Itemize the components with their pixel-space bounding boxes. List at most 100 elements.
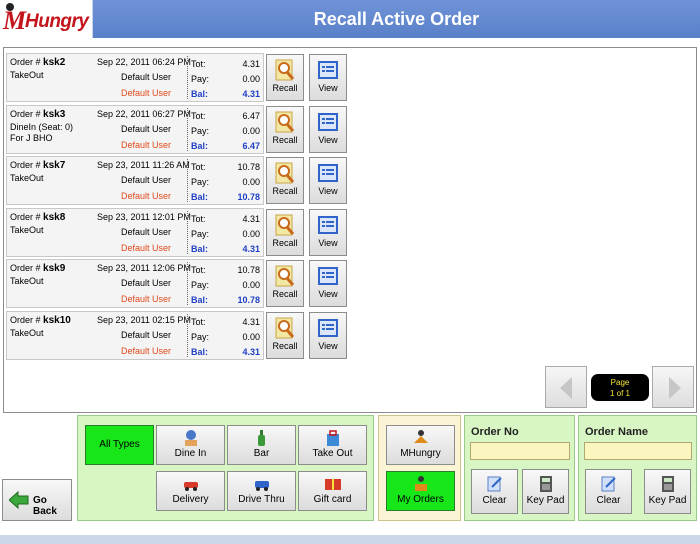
view-label: View xyxy=(318,340,338,351)
dine-in-icon xyxy=(184,430,197,446)
tot-label: Tot: xyxy=(191,162,206,172)
bal-label: Bal: xyxy=(191,192,209,202)
dine-in-label: Dine In xyxy=(174,448,207,459)
page-title: Recall Active Order xyxy=(313,9,480,29)
order-user: Default User xyxy=(120,329,171,340)
order-type-text: TakeOut xyxy=(10,276,44,286)
recall-label: Recall xyxy=(272,83,298,93)
view-button[interactable]: View xyxy=(309,105,347,153)
order-user-secondary: Default User xyxy=(120,191,171,201)
order-type-text: DineIn (Seat: 0) xyxy=(10,121,74,132)
order-number-prefix: Order # xyxy=(10,57,41,67)
delivery-button[interactable]: Delivery xyxy=(156,471,225,511)
my-orders-button[interactable]: My Orders xyxy=(386,471,455,511)
recall-button[interactable]: Recall xyxy=(266,208,304,256)
magnifier-icon xyxy=(275,214,295,235)
dine-in-button[interactable]: Dine In xyxy=(156,425,225,465)
view-label: View xyxy=(318,237,338,248)
bal-value: 4.31 xyxy=(242,243,260,254)
order-name-clear-button[interactable]: Clear xyxy=(585,469,632,514)
arrow-right-icon xyxy=(669,377,681,399)
go-back-label: Go Back xyxy=(33,495,57,517)
order-user: Default User xyxy=(120,175,171,185)
bar-label: Bar xyxy=(253,448,270,459)
order-no-keypad-button[interactable]: Key Pad xyxy=(522,469,569,514)
logo-figure-icon xyxy=(6,3,14,11)
page-label: Page xyxy=(610,378,630,387)
order-number: Order # ksk7 xyxy=(10,160,65,171)
page-prev-button[interactable] xyxy=(545,366,587,408)
mhungry-logo: M Hungry xyxy=(0,0,93,38)
list-view-icon xyxy=(318,61,338,79)
view-button[interactable]: View xyxy=(309,54,347,101)
order-number-prefix: Order # xyxy=(10,314,41,325)
order-user: Default User xyxy=(120,72,171,82)
order-number-prefix: Order # xyxy=(10,160,41,170)
order-no-input[interactable] xyxy=(470,442,570,460)
all-types-label: All Types xyxy=(99,439,140,450)
magnifier-icon xyxy=(275,317,295,338)
recall-button[interactable]: Recall xyxy=(266,54,304,101)
order-type: DineIn (Seat: 0) For J BHO xyxy=(10,122,73,144)
page-next-button[interactable] xyxy=(652,366,694,408)
pay-label: Pay: xyxy=(191,228,210,239)
order-mode-panel: MHungry My Orders xyxy=(378,415,461,521)
gift-card-button[interactable]: Gift card xyxy=(298,471,367,511)
order-number-prefix: Order # xyxy=(10,108,41,119)
order-user-secondary: Default User xyxy=(120,294,171,304)
order-no-clear-button[interactable]: Clear xyxy=(471,469,518,514)
pay-value: 0.00 xyxy=(242,177,260,187)
bal-label: Bal: xyxy=(191,243,209,254)
view-button[interactable]: View xyxy=(309,311,347,359)
view-label: View xyxy=(318,83,338,93)
drive-thru-button[interactable]: Drive Thru xyxy=(227,471,296,511)
view-button[interactable]: View xyxy=(309,157,347,204)
order-number: Order # ksk2 xyxy=(10,57,65,68)
clear-icon xyxy=(487,476,502,492)
order-type: TakeOut xyxy=(10,173,44,184)
order-type: TakeOut xyxy=(10,225,44,236)
view-button[interactable]: View xyxy=(309,208,347,256)
gift-card-icon xyxy=(324,479,341,490)
my-orders-icon xyxy=(414,476,427,491)
all-types-button[interactable]: All Types xyxy=(85,425,154,465)
order-user-secondary: Default User xyxy=(120,88,171,98)
order-number: Order # ksk8 xyxy=(10,212,65,223)
take-out-button[interactable]: Take Out xyxy=(298,425,367,465)
recall-button[interactable]: Recall xyxy=(266,260,304,307)
takeout-bag-icon xyxy=(326,430,339,446)
bar-button[interactable]: Bar xyxy=(227,425,296,465)
tot-value: 6.47 xyxy=(242,110,260,121)
mhungry-button[interactable]: MHungry xyxy=(386,425,455,465)
row-divider xyxy=(187,159,188,202)
order-number-value: ksk8 xyxy=(43,211,66,223)
order-number-value: ksk2 xyxy=(43,57,66,68)
view-button[interactable]: View xyxy=(309,260,347,307)
pay-value: 0.00 xyxy=(242,74,260,84)
delivery-label: Delivery xyxy=(172,494,209,505)
order-no-clear-label: Clear xyxy=(482,495,507,506)
order-row: Order # ksk10 TakeOut Sep 23, 2011 02:15… xyxy=(6,310,264,360)
order-user-secondary: Default User xyxy=(120,242,171,253)
recall-label: Recall xyxy=(272,289,298,299)
order-name-keypad-button[interactable]: Key Pad xyxy=(644,469,691,514)
tot-value: 4.31 xyxy=(242,213,260,224)
row-divider xyxy=(187,313,188,357)
bal-value: 10.78 xyxy=(237,192,260,202)
magnifier-icon xyxy=(275,162,295,184)
title-bar: M Hungry Recall Active Order xyxy=(0,0,700,38)
tot-value: 4.31 xyxy=(242,316,260,327)
pay-value: 0.00 xyxy=(242,228,260,239)
order-name-input[interactable] xyxy=(584,442,692,460)
recall-button[interactable]: Recall xyxy=(266,105,304,153)
clear-icon xyxy=(601,476,616,492)
recall-button[interactable]: Recall xyxy=(266,311,304,359)
order-type-text: TakeOut xyxy=(10,70,44,80)
arrow-left-icon xyxy=(560,377,572,399)
keypad-icon xyxy=(661,476,674,492)
bal-label: Bal: xyxy=(191,295,209,305)
tot-value: 10.78 xyxy=(237,162,260,172)
recall-button[interactable]: Recall xyxy=(266,157,304,204)
go-back-button[interactable]: Go Back xyxy=(2,479,72,521)
order-no-keypad-label: Key Pad xyxy=(526,495,565,506)
